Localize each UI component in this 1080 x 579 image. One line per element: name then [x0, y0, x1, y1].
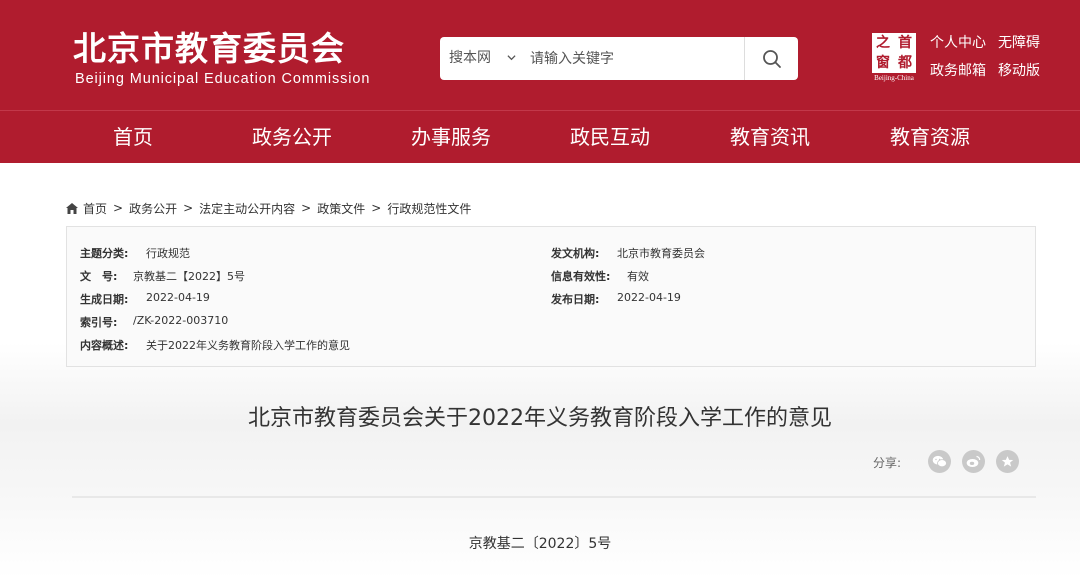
nav-item-home[interactable]: 首页	[73, 111, 193, 164]
search-bar: 搜本网	[440, 37, 798, 80]
breadcrumb-home[interactable]: 首页	[83, 200, 107, 217]
site-logo-chinese[interactable]: 北京市教育委员会	[73, 30, 345, 68]
breadcrumb-policy-docs[interactable]: 政策文件	[317, 200, 365, 217]
capital-window-emblem[interactable]: 之 首 窗 都 Beijing-China	[870, 33, 918, 83]
nav-item-news[interactable]: 教育资讯	[710, 111, 830, 164]
meta-summary: 内容概述: 关于2022年义务教育阶段入学工作的意见	[80, 337, 350, 353]
breadcrumb: 首页 > 政务公开 > 法定主动公开内容 > 政策文件 > 行政规范性文件	[66, 200, 471, 216]
meta-label: 信息有效性:	[551, 270, 611, 283]
meta-label: 主题分类:	[80, 247, 129, 260]
meta-doc-number: 文 号: 京教基二【2022】5号	[80, 268, 245, 284]
meta-subject: 主题分类: 行政规范	[80, 245, 190, 261]
content-divider	[72, 496, 1036, 498]
home-icon	[66, 202, 78, 214]
share-weibo-button[interactable]	[962, 450, 985, 473]
weibo-icon	[966, 455, 981, 467]
nav-item-interaction[interactable]: 政民互动	[550, 111, 670, 164]
breadcrumb-separator: >	[183, 201, 194, 215]
search-input[interactable]	[530, 43, 750, 74]
site-logo-english[interactable]: Beijing Municipal Education Commission	[75, 71, 370, 87]
meta-issuer: 发文机构: 北京市教育委员会	[551, 245, 705, 261]
favorite-icon	[1001, 456, 1014, 467]
meta-label: 发布日期:	[551, 293, 600, 306]
personal-center-link[interactable]: 个人中心	[930, 32, 986, 52]
share-wechat-button[interactable]	[928, 450, 951, 473]
meta-index: 索引号: /ZK-2022-003710	[80, 314, 228, 330]
document-meta-box: 主题分类: 行政规范 发文机构: 北京市教育委员会 文 号: 京教基二【2022…	[66, 226, 1036, 367]
meta-value: 2022-04-19	[146, 291, 210, 304]
meta-value: 行政规范	[146, 247, 190, 260]
emblem-char: 首	[898, 35, 912, 51]
breadcrumb-separator: >	[371, 201, 382, 215]
breadcrumb-statutory[interactable]: 法定主动公开内容	[199, 200, 295, 217]
gov-mail-link[interactable]: 政务邮箱	[930, 60, 986, 80]
site-header: 北京市教育委员会 Beijing Municipal Education Com…	[0, 0, 1080, 110]
emblem-caption: Beijing-China	[874, 74, 914, 82]
meta-label: 生成日期:	[80, 293, 129, 306]
meta-created: 生成日期: 2022-04-19	[80, 291, 210, 307]
breadcrumb-separator: >	[113, 201, 124, 215]
wechat-icon	[932, 455, 947, 468]
share-favorite-button[interactable]	[996, 450, 1019, 473]
meta-value: 京教基二【2022】5号	[133, 270, 245, 283]
emblem-char: 都	[898, 55, 912, 71]
meta-value: 关于2022年义务教育阶段入学工作的意见	[146, 339, 350, 352]
search-icon	[762, 49, 781, 68]
emblem-char: 之	[876, 35, 890, 51]
meta-label: 内容概述:	[80, 339, 129, 352]
document-number: 京教基二〔2022〕5号	[468, 536, 612, 552]
chevron-down-icon[interactable]	[507, 53, 516, 62]
nav-item-gov-affairs[interactable]: 政务公开	[232, 111, 352, 164]
breadcrumb-separator: >	[301, 201, 312, 215]
search-scope-select[interactable]: 搜本网	[449, 37, 491, 80]
meta-validity: 信息有效性: 有效	[551, 268, 649, 284]
nav-item-services[interactable]: 办事服务	[391, 111, 511, 164]
accessibility-link[interactable]: 无障碍	[998, 32, 1040, 52]
emblem-seal: 之 首 窗 都	[872, 33, 916, 73]
meta-value: /ZK-2022-003710	[133, 314, 229, 327]
meta-published: 发布日期: 2022-04-19	[551, 291, 681, 307]
document-title: 北京市教育委员会关于2022年义务教育阶段入学工作的意见	[248, 406, 832, 431]
main-nav: 首页 政务公开 办事服务 政民互动 教育资讯 教育资源	[0, 110, 1080, 163]
breadcrumb-normative-docs[interactable]: 行政规范性文件	[387, 200, 471, 217]
meta-label: 文 号:	[80, 270, 118, 283]
emblem-char: 窗	[876, 55, 890, 71]
meta-value: 有效	[627, 270, 649, 283]
meta-label: 发文机构:	[551, 247, 600, 260]
search-button[interactable]	[745, 37, 798, 80]
mobile-version-link[interactable]: 移动版	[998, 60, 1040, 80]
breadcrumb-gov-affairs[interactable]: 政务公开	[129, 200, 177, 217]
nav-item-resources[interactable]: 教育资源	[870, 111, 990, 164]
meta-label: 索引号:	[80, 316, 118, 329]
meta-value: 北京市教育委员会	[617, 247, 705, 260]
meta-value: 2022-04-19	[617, 291, 681, 304]
share-label: 分享:	[873, 456, 902, 470]
